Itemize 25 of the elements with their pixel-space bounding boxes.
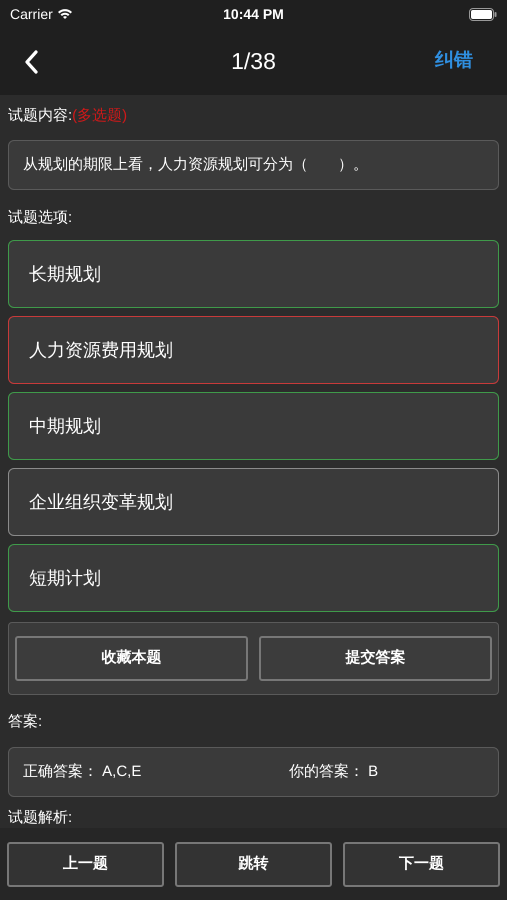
answer-option[interactable]: 长期规划 xyxy=(8,240,499,308)
answer-option[interactable]: 中期规划 xyxy=(8,392,499,460)
page-title: 1/38 xyxy=(231,47,276,76)
wifi-icon xyxy=(56,8,73,20)
section-label: 答案: xyxy=(8,712,42,732)
report-error-link[interactable]: 纠错 xyxy=(435,47,473,76)
your-answer-text: 你的答案： B xyxy=(289,762,378,782)
nav-button[interactable]: 上一题 xyxy=(7,842,164,887)
answer-option[interactable]: 企业组织变革规划 xyxy=(8,468,499,536)
action-button[interactable]: 收藏本题 xyxy=(15,636,248,681)
clock-time: 10:44 PM xyxy=(223,4,284,24)
section-label: 试题选项: xyxy=(8,208,72,228)
section-label: 试题内容: xyxy=(8,106,72,126)
battery-icon xyxy=(469,8,497,20)
section-label: 试题解析: xyxy=(8,809,72,827)
answer-option[interactable]: 人力资源费用规划 xyxy=(8,316,499,384)
nav-button[interactable]: 跳转 xyxy=(175,842,332,887)
carrier-label: Carrier xyxy=(10,4,53,24)
answer-option[interactable]: 短期计划 xyxy=(8,544,499,612)
action-button[interactable]: 提交答案 xyxy=(259,636,492,681)
correct-answer-text: 正确答案： A,C,E xyxy=(23,762,142,782)
chevron-left-icon xyxy=(24,50,38,74)
question-text: 从规划的期限上看，人力资源规划可分为（ ）。 xyxy=(8,140,499,190)
question-type-tag: (多选题) xyxy=(72,104,128,128)
nav-button[interactable]: 下一题 xyxy=(343,842,500,887)
